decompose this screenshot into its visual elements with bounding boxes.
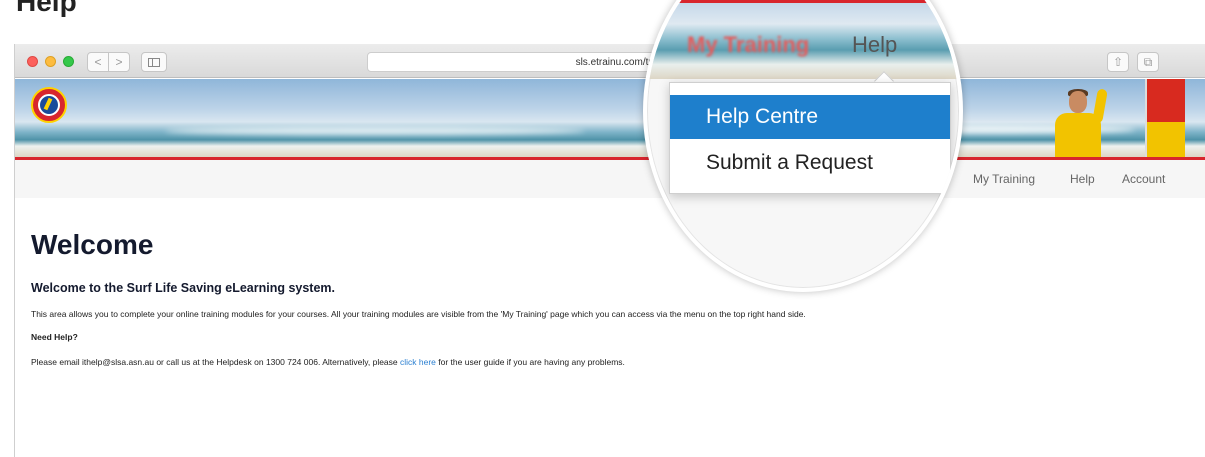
close-window-button[interactable] bbox=[27, 56, 38, 67]
welcome-subtitle: Welcome to the Surf Life Saving eLearnin… bbox=[31, 281, 336, 295]
menu-item-help-centre[interactable]: Help Centre bbox=[670, 95, 950, 139]
sidebar-icon bbox=[148, 57, 160, 67]
user-guide-link[interactable]: click here bbox=[400, 357, 436, 367]
lifeguard-body bbox=[1055, 113, 1101, 157]
nav-help[interactable]: Help bbox=[1070, 172, 1095, 186]
magnified-nav-my-training[interactable]: My Training bbox=[687, 32, 809, 58]
need-help-heading: Need Help? bbox=[31, 332, 78, 342]
back-button[interactable]: < bbox=[87, 52, 109, 72]
intro-paragraph: This area allows you to complete your on… bbox=[31, 309, 806, 319]
main-content: Welcome Welcome to the Surf Life Saving … bbox=[31, 229, 1191, 367]
top-caption-bold: Help bbox=[16, 0, 77, 17]
share-button[interactable]: ⇧ bbox=[1107, 52, 1129, 72]
zoom-window-button[interactable] bbox=[63, 56, 74, 67]
site-banner bbox=[15, 79, 1205, 157]
lifeguard-head bbox=[1069, 91, 1087, 113]
tabs-icon: ⧉ bbox=[1143, 54, 1153, 69]
page-title: Welcome bbox=[31, 229, 154, 260]
wave-decoration bbox=[165, 127, 585, 135]
browser-titlebar: < > sls.etrainu.com/training ⇧ ⧉ bbox=[15, 44, 1205, 78]
help-paragraph: Please email ithelp@slsa.asn.au or call … bbox=[31, 357, 1191, 367]
logo-emblem-icon bbox=[38, 94, 60, 116]
patrol-flag-image bbox=[1145, 79, 1185, 157]
chevron-right-icon: > bbox=[115, 55, 123, 69]
chevron-left-icon: < bbox=[94, 55, 102, 69]
nav-my-training[interactable]: My Training bbox=[973, 172, 1035, 186]
browser-window: < > sls.etrainu.com/training ⇧ ⧉ My Trai… bbox=[14, 44, 1205, 457]
surf-life-saving-logo[interactable] bbox=[31, 87, 67, 123]
top-caption: Help bbox=[16, 0, 77, 18]
tabs-button[interactable]: ⧉ bbox=[1137, 52, 1159, 72]
nav-account[interactable]: Account bbox=[1122, 172, 1165, 186]
minimize-window-button[interactable] bbox=[45, 56, 56, 67]
sidebar-toggle-button[interactable] bbox=[141, 52, 167, 72]
top-nav: My Training Help Account bbox=[15, 160, 1205, 198]
lifeguard-image bbox=[1049, 88, 1108, 157]
forward-button[interactable]: > bbox=[108, 52, 130, 72]
magnified-banner-divider bbox=[647, 0, 959, 3]
help-dropdown-menu: Help Centre Submit a Request bbox=[669, 82, 951, 194]
magnified-nav-help[interactable]: Help bbox=[852, 32, 897, 58]
share-icon: ⇧ bbox=[1112, 55, 1124, 69]
help-text-before: Please email ithelp@slsa.asn.au or call … bbox=[31, 357, 400, 367]
help-text-after: for the user guide if you are having any… bbox=[435, 357, 625, 367]
menu-item-submit-request[interactable]: Submit a Request bbox=[670, 141, 950, 185]
